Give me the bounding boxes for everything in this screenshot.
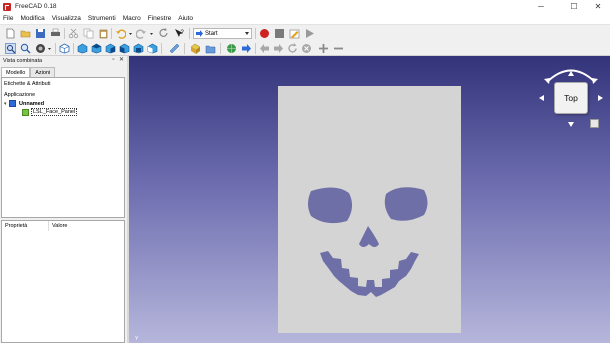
part-icon [22, 108, 29, 116]
document-icon [9, 100, 16, 107]
svg-text:?: ? [181, 30, 185, 36]
whats-this-icon[interactable]: ? [174, 28, 185, 39]
column-divider[interactable] [48, 221, 49, 231]
forward-arrow-icon[interactable] [273, 43, 284, 54]
3d-viewport[interactable]: Top Y [129, 56, 610, 343]
zoom-in-icon[interactable] [318, 43, 329, 54]
cut-icon[interactable] [68, 28, 79, 39]
menu-help[interactable]: Aiuto [178, 15, 193, 22]
open-folder-icon[interactable] [20, 28, 31, 39]
workbench-selector[interactable]: Start [193, 28, 252, 39]
menu-macro[interactable]: Macro [123, 15, 141, 22]
axis-indicator: Y [135, 336, 139, 342]
new-document-icon[interactable] [5, 28, 16, 39]
nose-cutout [359, 226, 379, 247]
view-rear-icon[interactable] [119, 43, 130, 54]
property-view: Proprietà Valore [1, 220, 125, 343]
right-eye-cutout [384, 187, 428, 221]
zoom-out-icon[interactable] [333, 43, 344, 54]
combo-tabs: Modello Azioni [1, 67, 56, 77]
back-arrow-icon[interactable] [259, 43, 270, 54]
skull-cutout [308, 187, 428, 297]
menu-file[interactable]: File [3, 15, 13, 22]
navcube-face-top[interactable]: Top [554, 82, 588, 114]
menu-bar: File Modifica Visualizza Strumenti Macro… [0, 13, 610, 24]
window-title: FreeCAD 0.18 [15, 3, 57, 10]
model-tree: Etichette & Attributi Applicazione ▾ Unn… [1, 77, 125, 218]
menu-windows[interactable]: Finestre [148, 15, 171, 22]
save-icon[interactable] [35, 28, 46, 39]
close-button[interactable]: ✕ [584, 0, 610, 13]
macro-record-icon[interactable] [259, 28, 270, 39]
workbench-label: Start [205, 30, 218, 37]
chevron-down-icon [245, 32, 249, 35]
combo-view-panel: Vista combinata ▫ ✕ Modello Azioni Etich… [0, 56, 127, 343]
view-left-icon[interactable] [147, 43, 158, 54]
macro-execute-icon[interactable] [304, 28, 315, 39]
main-toolbar: ? Start [0, 24, 610, 41]
create-part-icon[interactable] [190, 43, 201, 54]
menu-edit[interactable]: Modifica [20, 15, 44, 22]
draw-style-icon[interactable] [35, 43, 46, 54]
property-column-header: Proprietà [5, 223, 28, 229]
tab-model[interactable]: Modello [1, 67, 31, 77]
fit-selection-icon[interactable] [20, 43, 31, 54]
tree-item-document[interactable]: ▾ Unnamed [4, 100, 44, 107]
view-toolbar [0, 41, 610, 56]
redo-dropdown-icon[interactable] [149, 28, 154, 39]
menu-view[interactable]: Visualizza [52, 15, 81, 22]
web-browser-icon[interactable] [226, 43, 237, 54]
nav-right-arrow-icon[interactable] [598, 95, 603, 101]
nav-up-arrow-icon[interactable] [568, 71, 574, 76]
navigation-cube[interactable]: Top [536, 62, 606, 132]
tree-category: Applicazione [4, 92, 36, 98]
view-top-icon[interactable] [91, 43, 102, 54]
document-label: Unnamed [19, 100, 45, 107]
left-eye-cutout [308, 187, 353, 224]
draw-style-dropdown-icon[interactable] [47, 43, 52, 54]
print-icon[interactable] [50, 28, 61, 39]
view-isometric-icon[interactable] [59, 43, 70, 54]
view-menu-cube-icon[interactable] [590, 119, 599, 128]
tree-item-object[interactable]: LSL_Face_Panel [22, 108, 78, 116]
close-panel-button[interactable]: ✕ [118, 57, 125, 64]
menu-tools[interactable]: Strumenti [88, 15, 116, 22]
float-panel-button[interactable]: ▫ [110, 57, 117, 64]
combo-view-title: Vista combinata [3, 58, 43, 64]
tab-tasks[interactable]: Azioni [30, 67, 56, 77]
measure-distance-icon[interactable] [169, 43, 180, 54]
redo-icon[interactable] [136, 28, 147, 39]
macro-stop-icon[interactable] [274, 28, 285, 39]
nav-down-arrow-icon[interactable] [568, 122, 574, 127]
view-bottom-icon[interactable] [133, 43, 144, 54]
title-bar: FreeCAD 0.18 ─ ☐ ✕ [0, 0, 610, 13]
undo-dropdown-icon[interactable] [128, 28, 133, 39]
tree-header: Etichette & Attributi [4, 81, 51, 87]
teeth-cutout [320, 251, 419, 297]
macro-edit-icon[interactable] [289, 28, 300, 39]
view-front-icon[interactable] [77, 43, 88, 54]
undo-icon[interactable] [115, 28, 126, 39]
paste-icon[interactable] [98, 28, 109, 39]
nav-left-arrow-icon[interactable] [539, 95, 544, 101]
object-label: LSL_Face_Panel [31, 108, 78, 116]
freecad-logo-icon [3, 2, 11, 11]
value-column-header: Valore [52, 223, 68, 229]
create-group-icon[interactable] [205, 43, 216, 54]
reload-icon[interactable] [287, 43, 298, 54]
nav-go-icon[interactable] [241, 43, 252, 54]
minimize-button[interactable]: ─ [527, 0, 555, 13]
copy-icon[interactable] [83, 28, 94, 39]
start-workbench-icon [196, 30, 203, 37]
fit-all-icon[interactable] [5, 43, 16, 54]
refresh-icon[interactable] [158, 28, 169, 39]
view-right-icon[interactable] [105, 43, 116, 54]
stop-loading-icon[interactable] [301, 43, 312, 54]
